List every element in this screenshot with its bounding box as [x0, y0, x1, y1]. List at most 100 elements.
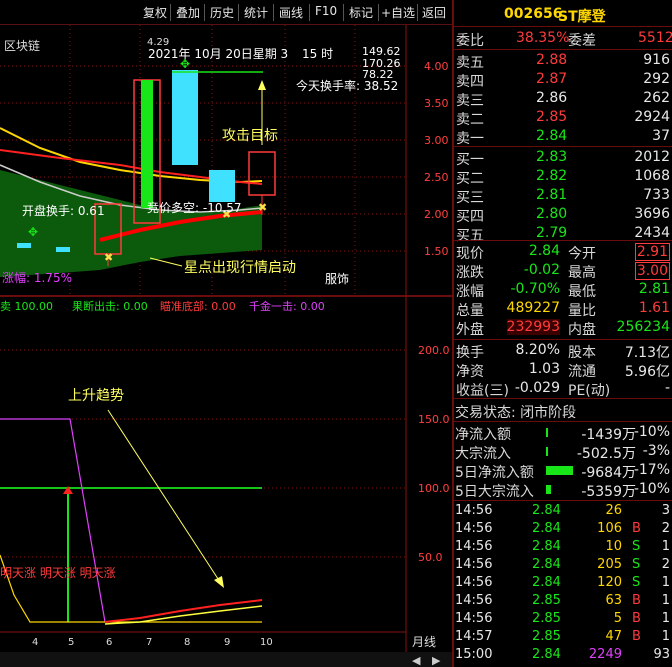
ask-row[interactable]: 卖一 2.84 37 — [454, 128, 672, 147]
scroll-right-icon[interactable]: ▶ — [432, 654, 441, 667]
toolbar-separator — [343, 4, 344, 21]
sector-label: 区块链 — [4, 38, 40, 53]
ask-row[interactable]: 卖二 2.85 2924 — [454, 109, 672, 128]
stat-row: 外盘 232993 内盘 256234 — [454, 319, 672, 338]
draw-line-button[interactable]: 画线 — [279, 4, 303, 21]
fund-label: 换手 — [456, 345, 484, 361]
flow-pct: -10% — [633, 481, 670, 497]
bid-row[interactable]: 买四 2.80 3696 — [454, 206, 672, 225]
toolbar-separator — [417, 4, 418, 21]
separator — [454, 398, 672, 399]
chart-toolbar: 复权 叠加 历史 统计 画线 F10 标记 +自选 返回 — [0, 0, 453, 25]
tick-row[interactable]: 14:56 2.84 26 3 — [454, 503, 672, 521]
tick-volume: 47 — [605, 629, 622, 644]
candle — [56, 247, 70, 252]
tick-volume: 10 — [605, 539, 622, 554]
stat-value: 1.61 — [638, 300, 670, 316]
time-label: 15 时 — [302, 47, 333, 61]
ask-row[interactable]: 卖三 2.86 262 — [454, 90, 672, 109]
tomorrow-rise-label: 明天涨 明天涨 明天涨 — [0, 565, 116, 580]
flow-bar — [546, 466, 573, 475]
fund-value: -0.029 — [514, 380, 560, 396]
back-button[interactable]: 返回 — [422, 4, 446, 21]
stat-value: 232993 — [506, 319, 560, 335]
history-button[interactable]: 历史 — [210, 4, 234, 21]
tick-time: 14:57 — [455, 629, 493, 644]
kline-chart[interactable]: ✖ ✖ ✖ ✥ ✥ 区块链 4.29 2021年 10月 20日星期 3 15 … — [0, 25, 453, 667]
fund-label: PE(动) — [568, 383, 611, 399]
mark-button[interactable]: 标记 — [349, 4, 373, 21]
flow-value: -9684万 — [581, 465, 636, 481]
scrollbar-track[interactable] — [0, 652, 453, 667]
order-diff-label: 委差 — [568, 33, 596, 49]
tick-price: 2.84 — [532, 647, 561, 662]
stat-row: 现价 2.84 今开 2.91 — [454, 243, 672, 262]
fund-flow-row: 净流入额 -1439万 -10% — [454, 424, 672, 443]
restore-rights-button[interactable]: 复权 — [143, 4, 167, 21]
tick-price: 2.84 — [532, 539, 561, 554]
scroll-left-icon[interactable]: ◀ — [412, 654, 421, 667]
fund-row: 净资 1.03 流通 5.96亿 — [454, 361, 672, 380]
separator — [454, 421, 672, 422]
tick-row[interactable]: 14:56 2.84 120 S 1 — [454, 575, 672, 593]
uptrend-label: 上升趋势 — [68, 388, 124, 404]
statistics-button[interactable]: 统计 — [244, 4, 268, 21]
y-tick: 3.00 — [424, 134, 449, 147]
toolbar-separator — [238, 4, 239, 21]
open-turnover-label: 开盘换手: 0.61 — [22, 203, 105, 218]
candle-volume-bar — [141, 80, 153, 208]
candle — [248, 151, 276, 196]
order-ratio-row: 委比 38.35% 委差 5512 — [454, 30, 672, 49]
tick-volume: 106 — [597, 521, 622, 536]
y-tick: 50.0 — [418, 551, 443, 564]
pink-indicator-line — [0, 418, 106, 623]
star-start-label: 星点出现行情启动 — [184, 260, 296, 276]
toolbar-separator — [309, 4, 310, 21]
fund-flow-row: 大宗流入 -502.5万 -3% — [454, 443, 672, 462]
signal-star-icon: ✖ — [258, 201, 267, 214]
period-label[interactable]: 月线 — [412, 635, 436, 649]
fund-row: 收益(三) -0.029 PE(动) - — [454, 380, 672, 399]
stat-value: 2.91 — [634, 243, 670, 261]
stock-code: 002656 — [504, 6, 563, 22]
tick-row[interactable]: 14:56 2.84 205 S 2 — [454, 557, 672, 575]
ask-row[interactable]: 卖五 2.88 916 — [454, 52, 672, 71]
x-tick: 4 — [32, 637, 38, 648]
y-tick: 2.00 — [424, 208, 449, 221]
ask-volume: 916 — [643, 52, 670, 68]
tick-row[interactable]: 15:00 2.84 2249 93 — [454, 647, 672, 665]
indicator-aim-bottom: 瞄准底部: 0.00 — [160, 299, 236, 313]
ask-row[interactable]: 卖四 2.87 292 — [454, 71, 672, 90]
y-tick: 100.0 — [418, 482, 450, 495]
tick-row[interactable]: 14:56 2.84 106 B 2 — [454, 521, 672, 539]
fund-label: 净资 — [456, 364, 484, 380]
bid-row[interactable]: 买二 2.82 1068 — [454, 168, 672, 187]
stock-title: 002656 ST摩登 — [454, 6, 672, 25]
f10-button[interactable]: F10 — [315, 4, 337, 18]
y-tick: 3.50 — [424, 97, 449, 110]
trend-arrow-head — [214, 576, 224, 588]
tick-volume: 26 — [605, 503, 622, 518]
flow-label: 5日大宗流入 — [455, 484, 534, 500]
add-watchlist-button[interactable]: +自选 — [381, 4, 415, 21]
ask-volume: 37 — [652, 128, 670, 144]
bid-row[interactable]: 买三 2.81 733 — [454, 187, 672, 206]
candle — [209, 170, 235, 202]
tick-count: 1 — [661, 611, 670, 626]
x-tick: 9 — [224, 637, 230, 648]
candle — [17, 243, 31, 248]
tick-row[interactable]: 14:57 2.85 47 B 1 — [454, 629, 672, 647]
tick-row[interactable]: 14:56 2.84 10 S 1 — [454, 539, 672, 557]
x-tick: 5 — [68, 637, 74, 648]
tick-row[interactable]: 14:56 2.85 5 B 1 — [454, 611, 672, 629]
bid-row[interactable]: 买一 2.83 2012 — [454, 149, 672, 168]
x-tick: 10 — [260, 637, 273, 648]
bid-label: 买五 — [456, 228, 484, 244]
tick-volume: 2249 — [588, 647, 622, 662]
signal-star-icon: ✖ — [104, 251, 113, 264]
overlay-button[interactable]: 叠加 — [176, 4, 200, 21]
stat-label: 最高 — [568, 265, 596, 281]
tick-row[interactable]: 14:56 2.85 63 B 1 — [454, 593, 672, 611]
bid-price: 2.81 — [536, 187, 568, 203]
stock-name: ST摩登 — [558, 9, 606, 25]
